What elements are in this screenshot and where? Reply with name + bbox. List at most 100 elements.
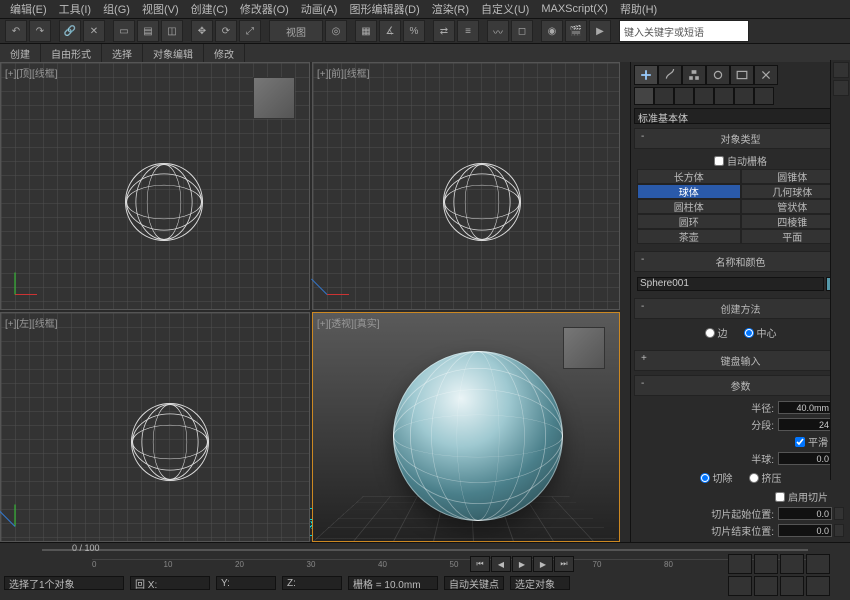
tab-create[interactable]: 创建 <box>0 44 41 62</box>
menu-group[interactable]: 组(G) <box>97 1 136 17</box>
move-button[interactable]: ✥ <box>191 20 213 42</box>
viewcube-top[interactable] <box>253 77 295 119</box>
zoom-extents-button[interactable] <box>780 554 804 574</box>
cat-shapes[interactable] <box>654 87 674 105</box>
cat-systems[interactable] <box>754 87 774 105</box>
cat-helpers[interactable] <box>714 87 734 105</box>
menu-modifier[interactable]: 修改器(O) <box>234 1 295 17</box>
menu-tools[interactable]: 工具(I) <box>53 1 97 17</box>
rollout-params[interactable]: -参数 <box>634 375 847 396</box>
play-button[interactable]: ▶ <box>512 556 532 572</box>
zoom-button[interactable] <box>728 554 752 574</box>
rollout-object-type[interactable]: -对象类型 <box>634 128 847 149</box>
zoom-all-button[interactable] <box>754 554 778 574</box>
redo-button[interactable]: ↷ <box>29 20 51 42</box>
prim-geosphere[interactable]: 几何球体 <box>741 184 845 199</box>
rollout-create-method[interactable]: -创建方法 <box>634 298 847 319</box>
prim-cone[interactable]: 圆锥体 <box>741 169 845 184</box>
select-button[interactable]: ▭ <box>113 20 135 42</box>
goto-end-button[interactable]: ⏭ <box>554 556 574 572</box>
align-button[interactable]: ≡ <box>457 20 479 42</box>
coord-system-dropdown[interactable]: 视图 <box>269 20 323 42</box>
panel-display-tab[interactable] <box>730 65 754 85</box>
link-button[interactable]: 🔗 <box>59 20 81 42</box>
viewcube-persp[interactable] <box>563 327 605 369</box>
time-slider[interactable]: 0 / 100 <box>42 545 808 555</box>
cat-cameras[interactable] <box>694 87 714 105</box>
prim-box[interactable]: 长方体 <box>637 169 741 184</box>
autogrid-checkbox[interactable] <box>714 156 724 166</box>
tab-modify[interactable]: 修改 <box>204 44 245 62</box>
coord-z[interactable]: Z: <box>282 576 342 590</box>
slice-to-spinner[interactable]: 0.0 <box>778 524 832 537</box>
select-region-button[interactable]: ◫ <box>161 20 183 42</box>
viewport-top[interactable]: [+][顶][线框] <box>0 62 310 310</box>
method-center-radio[interactable] <box>744 328 754 338</box>
rotate-button[interactable]: ⟳ <box>215 20 237 42</box>
scale-button[interactable]: ⤢ <box>239 20 261 42</box>
radius-spinner[interactable]: 40.0mm <box>778 401 832 414</box>
sphere-object[interactable] <box>393 351 563 521</box>
menu-custom[interactable]: 自定义(U) <box>475 1 535 17</box>
tab-select[interactable]: 选择 <box>102 44 143 62</box>
object-name-input[interactable]: Sphere001 <box>637 277 824 291</box>
rollout-keyboard-entry[interactable]: +键盘输入 <box>634 350 847 371</box>
prim-teapot[interactable]: 茶壶 <box>637 229 741 244</box>
cat-geometry[interactable] <box>634 87 654 105</box>
pivot-button[interactable]: ◎ <box>325 20 347 42</box>
slice-from-spinner[interactable]: 0.0 <box>778 507 832 520</box>
search-input[interactable]: 键入关键字或短语 <box>619 20 749 42</box>
orbit-button[interactable] <box>780 576 804 596</box>
render-setup-button[interactable]: 🎬 <box>565 20 587 42</box>
squash-radio[interactable] <box>749 473 759 483</box>
menu-help[interactable]: 帮助(H) <box>614 1 663 17</box>
rollout-name-color[interactable]: -名称和颜色 <box>634 251 847 272</box>
autokey-button[interactable]: 自动关键点 <box>444 576 504 590</box>
cat-lights[interactable] <box>674 87 694 105</box>
goto-start-button[interactable]: ⏮ <box>470 556 490 572</box>
viewport-perspective[interactable]: [+][透视][真实] <box>312 312 620 542</box>
panel-modify-tab[interactable] <box>658 65 682 85</box>
schematic-view-button[interactable]: ◻ <box>511 20 533 42</box>
tab-object-edit[interactable]: 对象编辑 <box>143 44 204 62</box>
fov-button[interactable] <box>728 576 752 596</box>
angle-snap-button[interactable]: ∡ <box>379 20 401 42</box>
viewport-left[interactable]: [+][左][线框] <box>0 312 310 542</box>
chop-radio[interactable] <box>700 473 710 483</box>
menu-anim[interactable]: 动画(A) <box>295 1 344 17</box>
method-edge-radio[interactable] <box>705 328 715 338</box>
undo-button[interactable]: ↶ <box>5 20 27 42</box>
menu-create[interactable]: 创建(C) <box>185 1 234 17</box>
mirror-button[interactable]: ⇄ <box>433 20 455 42</box>
material-editor-button[interactable]: ◉ <box>541 20 563 42</box>
smooth-checkbox[interactable] <box>795 437 805 447</box>
prim-tube[interactable]: 管状体 <box>741 199 845 214</box>
menu-view[interactable]: 视图(V) <box>136 1 185 17</box>
prim-cylinder[interactable]: 圆柱体 <box>637 199 741 214</box>
viewport-front[interactable]: [+][前][线框] <box>312 62 620 310</box>
prim-plane[interactable]: 平面 <box>741 229 845 244</box>
prim-sphere[interactable]: 球体 <box>637 184 741 199</box>
select-name-button[interactable]: ▤ <box>137 20 159 42</box>
cat-spacewarps[interactable] <box>734 87 754 105</box>
render-button[interactable]: ▶ <box>589 20 611 42</box>
side-icon-1[interactable] <box>833 62 849 78</box>
menu-graph[interactable]: 图形编辑器(D) <box>343 1 425 17</box>
curve-editor-button[interactable]: 〰 <box>487 20 509 42</box>
tab-freeform[interactable]: 自由形式 <box>41 44 102 62</box>
maximize-viewport-button[interactable] <box>806 576 830 596</box>
menu-edit[interactable]: 编辑(E) <box>4 1 53 17</box>
coord-x[interactable]: 回 X: <box>130 576 210 590</box>
panel-hierarchy-tab[interactable] <box>682 65 706 85</box>
menu-render[interactable]: 渲染(R) <box>426 1 475 17</box>
subcategory-dropdown[interactable]: 标准基本体 <box>634 108 847 124</box>
menu-maxscript[interactable]: MAXScript(X) <box>535 3 614 15</box>
coord-y[interactable]: Y: <box>216 576 276 590</box>
selection-filter-dropdown[interactable]: 选定对象 <box>510 576 570 590</box>
side-icon-2[interactable] <box>833 80 849 96</box>
next-frame-button[interactable]: ▶ <box>533 556 553 572</box>
snap-button[interactable]: ▦ <box>355 20 377 42</box>
pan-button[interactable] <box>754 576 778 596</box>
hemisphere-spinner[interactable]: 0.0 <box>778 452 832 465</box>
zoom-extents-all-button[interactable] <box>806 554 830 574</box>
